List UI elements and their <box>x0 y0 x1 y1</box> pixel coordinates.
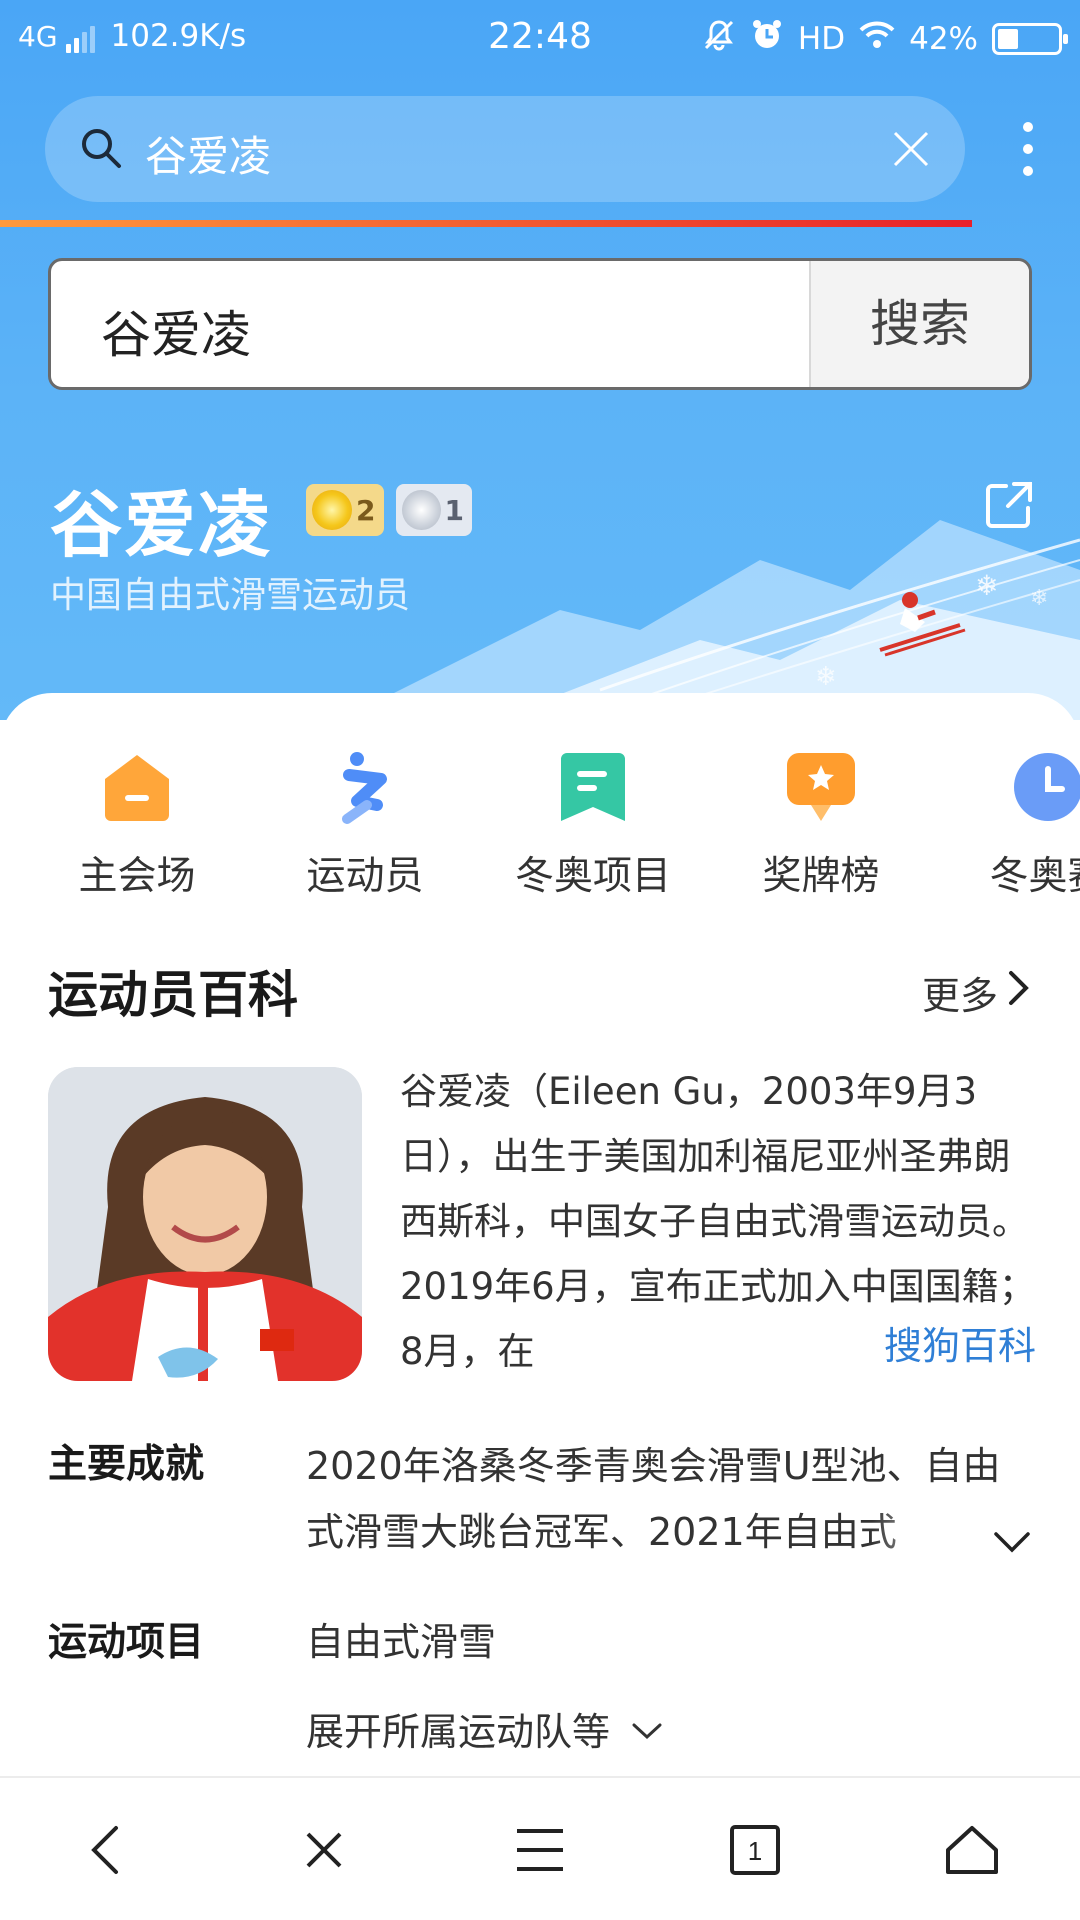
tab-count: 1 <box>748 1836 762 1866</box>
page-load-progress <box>0 220 972 227</box>
schedule-icon <box>1010 749 1080 825</box>
chevron-down-icon[interactable] <box>992 1529 1032 1559</box>
battery-percent: 42% <box>909 21 978 57</box>
content-card: 主会场 运动员 冬奥项目 奖牌榜 冬奥赛 运动员百科 更多 <box>0 693 1080 1920</box>
nav-main-venue[interactable]: 主会场 <box>27 749 247 901</box>
back-button[interactable] <box>76 1820 136 1880</box>
chevron-right-icon <box>1006 968 1032 1017</box>
alarm-icon <box>750 18 784 60</box>
tabs-button[interactable]: 1 <box>725 1820 785 1880</box>
sogou-baike-link[interactable]: 搜狗百科 <box>884 1314 1036 1379</box>
sport-value: 自由式滑雪 <box>306 1620 497 1664</box>
encyclopedia-more-link[interactable]: 更多 <box>922 965 1032 1020</box>
encyclopedia-title: 运动员百科 <box>48 966 298 1024</box>
medal-table-icon <box>783 749 859 825</box>
expand-team-info-button[interactable]: 展开所属运动队等 <box>306 1701 664 1756</box>
home-icon <box>946 1826 998 1874</box>
close-page-button[interactable] <box>294 1820 354 1880</box>
chevron-down-icon <box>630 1707 664 1751</box>
athlete-bio: 谷爱凌（Eileen Gu，2003年9月3日），出生于美国加利福尼亚州圣弗朗西… <box>400 1059 1036 1389</box>
search-input[interactable]: 谷爱凌 <box>101 295 251 367</box>
nav-medal-table[interactable]: 奖牌榜 <box>711 749 931 901</box>
nav-winter-schedule[interactable]: 冬奥赛 <box>938 749 1080 901</box>
events-icon <box>555 749 631 825</box>
home-button[interactable] <box>942 1820 1002 1880</box>
winter-scenery-illustration: ❄ ❄ ❄ <box>380 520 1080 720</box>
back-arrow-icon <box>91 1826 118 1874</box>
svg-text:❄: ❄ <box>815 662 837 692</box>
athlete-photo[interactable] <box>48 1067 362 1381</box>
header-background: 4G 102.9K/s 22:48 HD 42% 谷爱凌 谷爱凌 搜索 谷爱凌 … <box>0 0 1080 720</box>
battery-icon <box>992 23 1068 55</box>
sport-label: 运动项目 <box>48 1620 205 1665</box>
mute-icon <box>702 18 736 60</box>
more-options-icon[interactable] <box>1023 122 1033 176</box>
address-bar[interactable]: 谷爱凌 <box>45 96 965 202</box>
address-query[interactable]: 谷爱凌 <box>145 123 271 184</box>
status-bar: 4G 102.9K/s 22:48 HD 42% <box>0 0 1080 76</box>
hd-indicator: HD <box>797 21 846 57</box>
search-icon <box>79 126 123 174</box>
svg-text:❄: ❄ <box>975 569 998 602</box>
menu-button[interactable] <box>510 1820 570 1880</box>
nav-athletes[interactable]: 运动员 <box>255 749 475 901</box>
svg-text:❄: ❄ <box>1030 586 1048 611</box>
search-button[interactable]: 搜索 <box>809 261 1029 387</box>
athlete-icon <box>327 749 403 825</box>
nav-winter-events[interactable]: 冬奥项目 <box>483 749 703 901</box>
browser-toolbar: 1 <box>0 1776 1080 1920</box>
main-venue-icon <box>99 749 175 825</box>
wifi-icon <box>859 20 895 58</box>
close-icon[interactable] <box>891 129 931 173</box>
close-icon <box>306 1832 342 1868</box>
achievements-label: 主要成就 <box>48 1442 205 1487</box>
achievements-value: 2020年洛桑冬季青奥会滑雪U型池、自由式滑雪大跳台冠军、2021年自由式 <box>306 1433 1032 1565</box>
tabs-icon: 1 <box>730 1825 780 1875</box>
page-search-box[interactable]: 谷爱凌 搜索 <box>48 258 1032 390</box>
menu-icon <box>517 1829 563 1871</box>
